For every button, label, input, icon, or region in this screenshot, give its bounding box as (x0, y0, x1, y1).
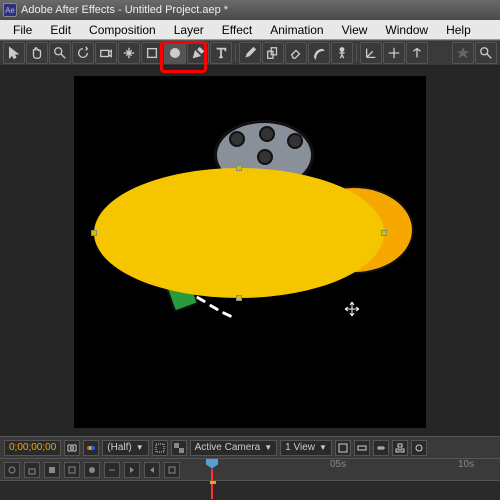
fast-preview-icon[interactable] (354, 440, 370, 456)
comp-flowchart-icon[interactable] (392, 440, 408, 456)
title-bar: Ae Adobe After Effects - Untitled Projec… (0, 0, 500, 20)
work-area-start[interactable] (210, 481, 216, 484)
ruler-tick: 10s (458, 459, 474, 470)
menu-animation[interactable]: Animation (261, 21, 332, 39)
camera-tool[interactable] (95, 42, 117, 64)
ellipse-mask-shape[interactable] (94, 168, 384, 298)
timeline-icon[interactable] (373, 440, 389, 456)
puppet-tool[interactable] (331, 42, 353, 64)
timeline-modes-icon[interactable] (84, 462, 100, 478)
timeline-in-icon[interactable] (124, 462, 140, 478)
timeline-switches-icon[interactable] (64, 462, 80, 478)
playhead[interactable] (206, 459, 218, 499)
menu-file[interactable]: File (4, 21, 41, 39)
local-axis-tool[interactable] (360, 42, 382, 64)
toolbar-divider (235, 44, 236, 62)
transparency-grid-icon[interactable] (171, 440, 187, 456)
timeline-panel: 05s 10s (0, 458, 500, 500)
view-mode-dropdown[interactable]: Active Camera▼ (190, 440, 278, 456)
type-tool[interactable] (210, 42, 232, 64)
roi-icon[interactable] (152, 440, 168, 456)
clone-tool[interactable] (262, 42, 284, 64)
toolbar-divider-2 (356, 44, 357, 62)
exposure-reset-icon[interactable] (411, 440, 427, 456)
mask-rect-tool[interactable] (141, 42, 163, 64)
mask-handle-top[interactable] (236, 165, 242, 171)
timeline-render-icon[interactable] (164, 462, 180, 478)
brush-tool[interactable] (239, 42, 261, 64)
menu-composition[interactable]: Composition (80, 21, 165, 39)
rotation-tool[interactable] (72, 42, 94, 64)
view-count-dropdown[interactable]: 1 View▼ (280, 440, 332, 456)
chevron-down-icon: ▼ (136, 443, 144, 452)
search-icon[interactable] (475, 42, 497, 64)
timeline-shy-icon[interactable] (4, 462, 20, 478)
viewer-status-bar: 0;00;00;00 (Half)▼ Active Camera▼ 1 View… (0, 436, 500, 458)
window-title: Adobe After Effects - Untitled Project.a… (21, 4, 228, 16)
menu-effect[interactable]: Effect (213, 21, 261, 39)
pixel-aspect-icon[interactable] (335, 440, 351, 456)
timeline-label-icon[interactable] (44, 462, 60, 478)
menu-bar: File Edit Composition Layer Effect Anima… (0, 20, 500, 40)
chevron-down-icon: ▼ (264, 443, 272, 452)
timeline-out-icon[interactable] (144, 462, 160, 478)
selection-tool[interactable] (3, 42, 25, 64)
menu-layer[interactable]: Layer (165, 21, 213, 39)
menu-view[interactable]: View (333, 21, 377, 39)
roto-tool[interactable] (308, 42, 330, 64)
timecode-display[interactable]: 0;00;00;00 (4, 440, 61, 456)
view-axis-tool[interactable] (406, 42, 428, 64)
chevron-down-icon: ▼ (319, 443, 327, 452)
snap-icon[interactable] (452, 42, 474, 64)
hand-tool[interactable] (26, 42, 48, 64)
timeline-parent-icon[interactable] (104, 462, 120, 478)
eraser-tool[interactable] (285, 42, 307, 64)
composition-panel: ons (0, 66, 500, 436)
time-ruler[interactable]: 05s 10s (200, 459, 500, 481)
app-icon: Ae (3, 3, 17, 17)
zoom-tool[interactable] (49, 42, 71, 64)
mask-handle-left[interactable] (91, 230, 97, 236)
pen-tool[interactable] (187, 42, 209, 64)
menu-edit[interactable]: Edit (41, 21, 80, 39)
pan-behind-tool[interactable] (118, 42, 140, 64)
resolution-dropdown[interactable]: (Half)▼ (102, 440, 148, 456)
ruler-tick: 05s (330, 459, 346, 470)
timeline-header: 05s 10s (0, 459, 500, 481)
cursor-indicator (344, 301, 360, 320)
mask-handle-right[interactable] (381, 230, 387, 236)
menu-help[interactable]: Help (437, 21, 480, 39)
toolbar (0, 40, 500, 66)
mask-handle-bottom[interactable] (236, 295, 242, 301)
world-axis-tool[interactable] (383, 42, 405, 64)
channel-icon[interactable] (83, 440, 99, 456)
composition-canvas[interactable]: ons (74, 76, 426, 428)
menu-window[interactable]: Window (376, 21, 437, 39)
snapshot-icon[interactable] (64, 440, 80, 456)
mask-ellipse-tool[interactable] (164, 42, 186, 64)
timeline-lock-icon[interactable] (24, 462, 40, 478)
